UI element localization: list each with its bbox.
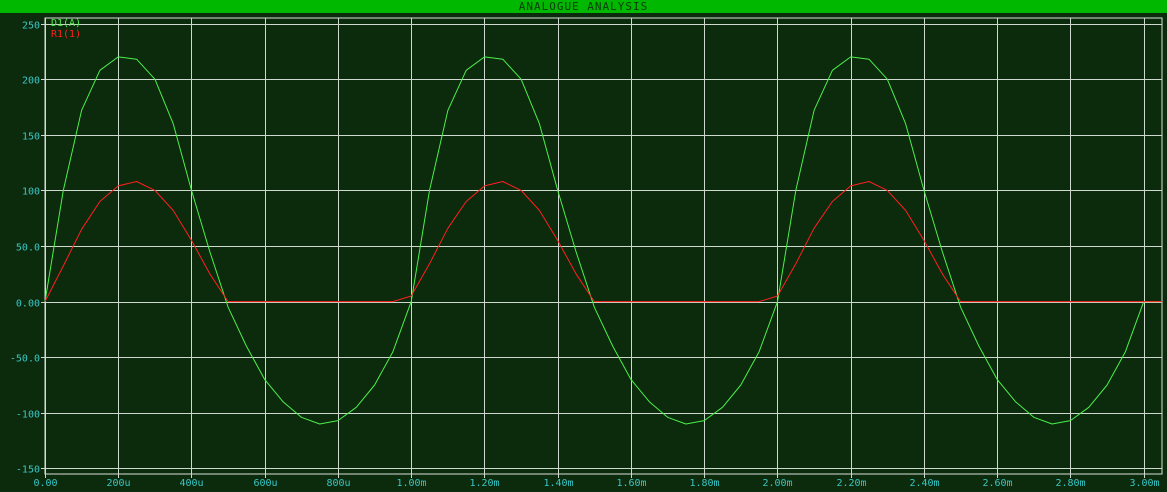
x-tick-label: 1.40m [543, 478, 573, 489]
x-tick-label: 1.80m [689, 478, 719, 489]
x-tick-label: 3.00m [1129, 478, 1159, 489]
y-tick-label: 200 [22, 76, 40, 87]
analogue-analysis-graph[interactable]: 250 200 150 100 50.0 0.00 -50.0 -100 -150 0.00 20… [0, 0, 1167, 492]
series-line-r1-1[interactable] [44, 181, 1162, 303]
x-axis-ticks: 0.00 200u 400u 600u 800u 1.00m 1.20m 1.40m 1.60m… [33, 474, 1160, 489]
y-tick-label: -100 [16, 410, 40, 421]
x-tick-label: 1.60m [616, 478, 646, 489]
x-tick-label: 2.20m [836, 478, 866, 489]
series-traces [44, 56, 1162, 425]
y-tick-label: 50.0 [16, 243, 40, 254]
legend-entry: R1(1) [51, 29, 81, 40]
x-tick-label: 1.20m [469, 478, 499, 489]
legend: D1(A)R1(1) [51, 18, 81, 40]
x-tick-label: 800u [326, 478, 350, 489]
x-tick-label: 2.80m [1055, 478, 1085, 489]
series-line-d1-a[interactable] [44, 56, 1162, 425]
x-tick-label: 2.00m [762, 478, 792, 489]
x-tick-label: 1.00m [396, 478, 426, 489]
grid-lines [45, 18, 1162, 474]
x-tick-label: 0.00 [33, 478, 57, 489]
x-tick-label: 200u [106, 478, 130, 489]
y-tick-label: 0.00 [16, 299, 40, 310]
legend-entry: D1(A) [51, 18, 81, 29]
y-tick-label: 150 [22, 132, 40, 143]
x-tick-label: 2.60m [982, 478, 1012, 489]
x-tick-label: 400u [179, 478, 203, 489]
x-tick-label: 2.40m [909, 478, 939, 489]
y-tick-label: 250 [22, 21, 40, 32]
y-tick-label: -150 [16, 465, 40, 476]
analogue-analysis-window: ANALOGUE ANALYSIS 250 200 150 100 50.0 0.00 -5… [0, 0, 1167, 492]
x-tick-label: 600u [253, 478, 277, 489]
y-axis-ticks: 250 200 150 100 50.0 0.00 -50.0 -100 -150 [10, 21, 45, 476]
y-tick-label: -50.0 [10, 354, 40, 365]
y-tick-label: 100 [22, 187, 40, 198]
